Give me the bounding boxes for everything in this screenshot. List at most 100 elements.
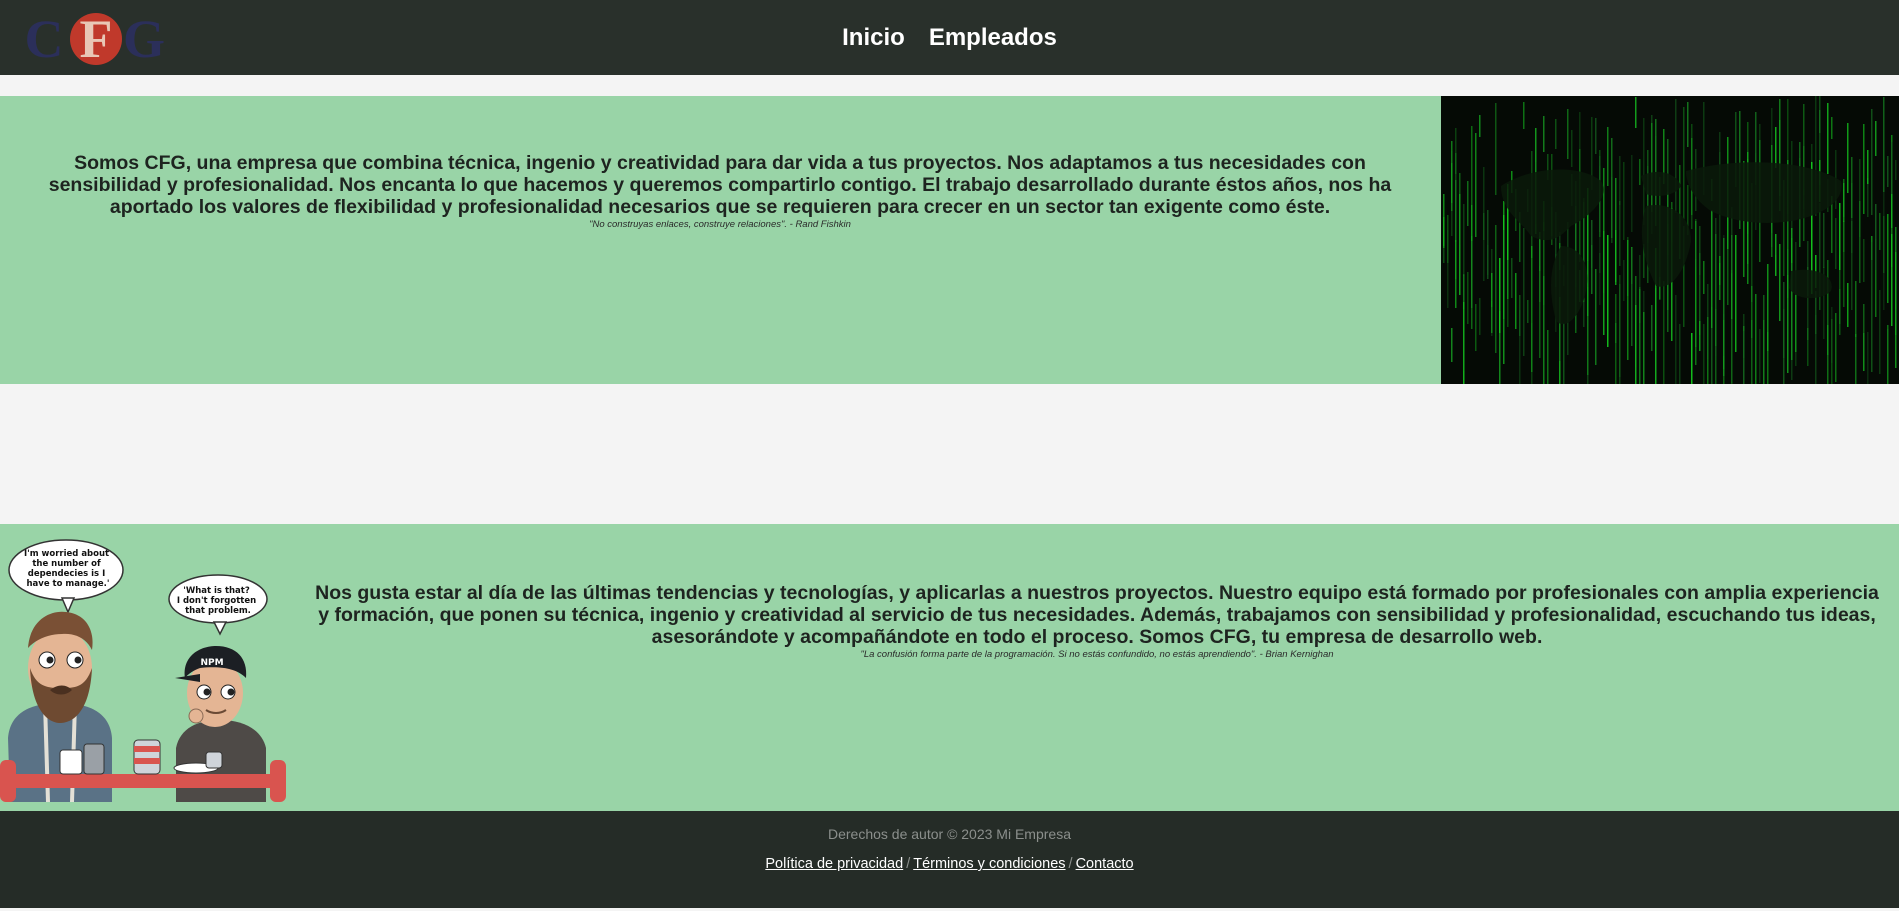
- matrix-streak: [1823, 213, 1825, 268]
- matrix-streak: [1635, 97, 1637, 128]
- matrix-streak: [1451, 328, 1453, 362]
- matrix-streak: [1675, 295, 1677, 384]
- matrix-streak: [1875, 204, 1877, 270]
- copyright-text: Derechos de autor © 2023 Mi Empresa: [828, 826, 1071, 842]
- matrix-streak: [1503, 226, 1505, 364]
- matrix-streak: [1611, 177, 1613, 243]
- matrix-streak: [1751, 320, 1753, 384]
- matrix-streak: [1619, 201, 1621, 266]
- matrix-streak: [1643, 312, 1645, 384]
- matrix-streak: [1643, 118, 1645, 225]
- matrix-streak: [1871, 242, 1873, 372]
- matrix-streak: [1615, 230, 1617, 285]
- matrix-streak: [1631, 248, 1633, 346]
- technology-quote: "La confusión forma parte de la programa…: [860, 649, 1334, 660]
- bubble-left-line-1: I'm worried about: [24, 549, 109, 559]
- matrix-streak: [1767, 264, 1769, 351]
- matrix-streak: [1891, 234, 1893, 326]
- matrix-streak: [1483, 167, 1485, 281]
- matrix-streak: [1555, 119, 1557, 149]
- matrix-streak: [1779, 244, 1781, 321]
- npm-cap-text: NPM: [200, 658, 223, 668]
- nav-link-inicio[interactable]: Inicio: [842, 24, 905, 52]
- matrix-streak: [1807, 328, 1809, 366]
- footer-link-privacy[interactable]: Política de privacidad: [765, 856, 903, 872]
- matrix-streak: [1719, 256, 1721, 300]
- matrix-streak: [1607, 235, 1609, 347]
- matrix-streak: [1495, 103, 1497, 195]
- about-section: Somos CFG, una empresa que combina técni…: [0, 96, 1899, 384]
- matrix-streak: [1883, 97, 1885, 192]
- matrix-streak: [1843, 179, 1845, 217]
- matrix-streak: [1563, 323, 1565, 384]
- matrix-streak: [1847, 123, 1849, 193]
- matrix-streak: [1455, 240, 1457, 308]
- matrix-streak: [1867, 150, 1869, 184]
- matrix-streak: [1755, 294, 1757, 384]
- matrix-streak: [1715, 234, 1717, 346]
- bubble-right-line-1: 'What is that?: [183, 586, 250, 596]
- matrix-streak: [1639, 289, 1641, 384]
- matrix-rain-graphic: [1443, 96, 1897, 384]
- bubble-right-line-3: that problem.: [185, 606, 251, 616]
- about-quote: "No construyas enlaces, construye relaci…: [589, 219, 851, 230]
- matrix-streak: [1683, 107, 1685, 219]
- matrix-streak: [1827, 103, 1829, 174]
- matrix-streak: [1511, 258, 1513, 298]
- matrix-streak: [1619, 156, 1621, 205]
- matrix-streak: [1543, 116, 1545, 152]
- matrix-streak: [1827, 325, 1829, 384]
- matrix-streak: [1871, 109, 1873, 215]
- matrix-streak: [1579, 112, 1581, 179]
- matrix-streak: [1467, 272, 1469, 324]
- matrix-streak: [1863, 124, 1865, 214]
- matrix-streak: [1651, 123, 1653, 212]
- svg-text:'What is that? I don't f: 'What is that? I don't forgotten that pr…: [177, 586, 259, 616]
- matrix-streak: [1459, 173, 1461, 245]
- matrix-streak: [1887, 156, 1889, 187]
- matrix-streak: [1879, 213, 1881, 250]
- technology-paragraph: Nos gusta estar al día de las últimas te…: [315, 582, 1879, 648]
- footer-link-contact[interactable]: Contacto: [1076, 856, 1134, 872]
- matrix-streak: [1867, 332, 1869, 384]
- matrix-streak: [1491, 249, 1493, 301]
- matrix-streak: [1687, 102, 1689, 147]
- nav-link-empleados[interactable]: Empleados: [929, 24, 1057, 52]
- matrix-streak: [1755, 112, 1757, 164]
- matrix-streak: [1615, 294, 1617, 384]
- matrix-streak: [1795, 295, 1797, 352]
- footer-links: Política de privacidad / Términos y condic…: [0, 856, 1899, 872]
- matrix-streak: [1503, 201, 1505, 230]
- technology-text-block: Nos gusta estar al día de las últimas te…: [312, 582, 1882, 660]
- matrix-streak: [1443, 194, 1445, 248]
- matrix-streak: [1587, 287, 1589, 375]
- footer-separator: /: [1068, 856, 1073, 872]
- matrix-streak: [1775, 127, 1777, 168]
- svg-text:I'm worried about the nu: I'm worried about the number of dependec…: [24, 549, 112, 589]
- matrix-streak: [1491, 307, 1493, 336]
- matrix-streak: [1547, 330, 1549, 384]
- matrix-streak: [1623, 260, 1625, 301]
- matrix-streak: [1591, 245, 1593, 294]
- matrix-streak: [1463, 275, 1465, 371]
- matrix-streak: [1607, 127, 1609, 186]
- matrix-streak: [1735, 235, 1737, 352]
- main-nav: Inicio Empleados: [0, 0, 1899, 75]
- footer-link-terms[interactable]: Términos y condiciones: [913, 856, 1065, 872]
- matrix-streak: [1463, 204, 1465, 276]
- matrix-streak: [1855, 281, 1857, 337]
- matrix-streak: [1835, 218, 1837, 269]
- matrix-streak: [1835, 313, 1837, 382]
- matrix-streak: [1895, 304, 1897, 368]
- matrix-streak: [1639, 159, 1641, 185]
- matrix-streak: [1623, 162, 1625, 240]
- matrix-streak: [1523, 228, 1525, 356]
- matrix-streak: [1451, 151, 1453, 236]
- matrix-streak: [1487, 210, 1489, 279]
- matrix-streak: [1839, 289, 1841, 324]
- matrix-streak: [1675, 99, 1677, 213]
- about-text-block: Somos CFG, una empresa que combina técni…: [16, 152, 1424, 230]
- bubble-left-line-2: the number of: [32, 559, 101, 569]
- matrix-streak: [1455, 128, 1457, 174]
- matrix-streak: [1883, 179, 1885, 310]
